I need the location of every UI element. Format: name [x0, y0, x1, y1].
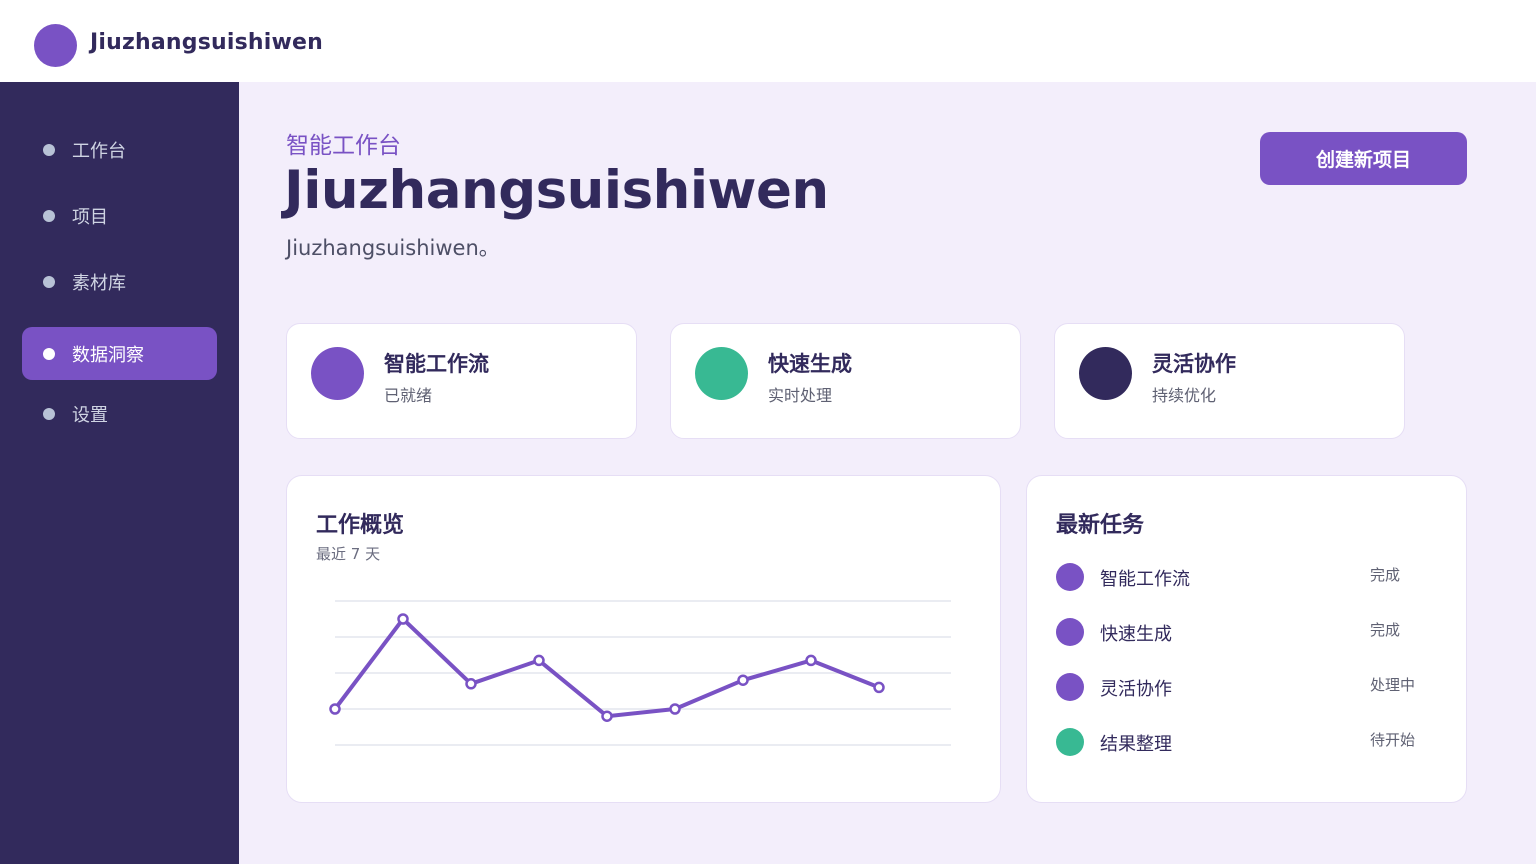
logo-icon	[34, 24, 77, 67]
chart-point[interactable]	[601, 710, 613, 722]
bullet-icon	[43, 209, 55, 222]
collab-icon	[1079, 347, 1132, 400]
chart-point[interactable]	[805, 654, 817, 667]
bullet-icon	[43, 407, 55, 420]
task-name: 结果整理	[1100, 734, 1172, 755]
page-title: Jiuzhangsuishiwen	[284, 160, 829, 221]
tasks-panel: 最新任务 智能工作流 完成 快速生成 完成 灵活协作 处理中 结果整理 待开始	[1026, 475, 1467, 803]
sidebar-item-label: 项目	[72, 206, 108, 228]
chart-point[interactable]	[669, 703, 681, 715]
bullet-icon	[43, 347, 55, 360]
sidebar: 工作台 项目 素材库 数据洞察 设置	[0, 82, 239, 864]
sidebar-item-label: 工作台	[72, 140, 126, 162]
generate-icon	[695, 347, 748, 400]
page-subtitle: Jiuzhangsuishiwen。	[286, 236, 500, 260]
stat-title: 快速生成	[768, 352, 852, 376]
chart-point[interactable]	[329, 703, 341, 715]
task-status-dot	[1056, 728, 1084, 756]
bullet-icon	[43, 275, 55, 288]
stat-card-collab[interactable]: 灵活协作 持续优化	[1054, 323, 1405, 439]
overview-line-chart	[329, 600, 951, 746]
stat-title: 智能工作流	[384, 352, 489, 376]
sidebar-item-projects[interactable]: 项目	[22, 189, 217, 242]
sidebar-item-insights[interactable]: 数据洞察	[22, 327, 217, 380]
sidebar-item-label: 素材库	[72, 272, 126, 294]
stat-card-generate[interactable]: 快速生成 实时处理	[670, 323, 1021, 439]
sidebar-item-assets[interactable]: 素材库	[22, 255, 217, 308]
task-row[interactable]: 智能工作流 完成	[1056, 561, 1436, 597]
top-bar: Jiuzhangsuishiwen	[0, 0, 1536, 82]
stat-subtitle: 实时处理	[768, 386, 833, 405]
task-status: 待开始	[1370, 731, 1416, 749]
tasks-title: 最新任务	[1056, 513, 1145, 538]
task-status-dot	[1056, 618, 1084, 646]
task-name: 灵活协作	[1100, 679, 1172, 700]
brand-name: Jiuzhangsuishiwen	[90, 30, 324, 55]
chart-point[interactable]	[397, 613, 409, 625]
chart-point[interactable]	[533, 654, 545, 667]
task-status: 完成	[1370, 566, 1401, 584]
chart-point[interactable]	[465, 678, 477, 690]
bullet-icon	[43, 143, 55, 156]
task-status-dot	[1056, 563, 1084, 591]
task-row[interactable]: 快速生成 完成	[1056, 616, 1436, 652]
task-row[interactable]: 结果整理 待开始	[1056, 726, 1436, 762]
task-name: 智能工作流	[1100, 569, 1190, 590]
task-status-dot	[1056, 673, 1084, 701]
sidebar-item-settings[interactable]: 设置	[22, 387, 217, 440]
page-eyebrow: 智能工作台	[286, 133, 401, 159]
chart-series-line	[333, 617, 880, 719]
task-status: 处理中	[1370, 676, 1416, 694]
stat-subtitle: 持续优化	[1152, 386, 1217, 405]
stat-title: 灵活协作	[1152, 352, 1236, 376]
task-status: 完成	[1370, 621, 1401, 639]
task-name: 快速生成	[1100, 624, 1172, 645]
sidebar-item-label: 设置	[72, 404, 108, 426]
workflow-icon	[311, 347, 364, 400]
sidebar-item-label: 数据洞察	[72, 344, 144, 366]
overview-panel: 工作概览 最近 7 天	[286, 475, 1001, 803]
chart-point[interactable]	[873, 681, 885, 694]
stat-subtitle: 已就绪	[384, 386, 433, 405]
task-row[interactable]: 灵活协作 处理中	[1056, 671, 1436, 707]
create-project-button[interactable]: 创建新项目	[1260, 132, 1467, 185]
chart-point[interactable]	[737, 674, 749, 686]
sidebar-item-workbench[interactable]: 工作台	[22, 123, 217, 176]
stat-card-workflow[interactable]: 智能工作流 已就绪	[286, 323, 637, 439]
